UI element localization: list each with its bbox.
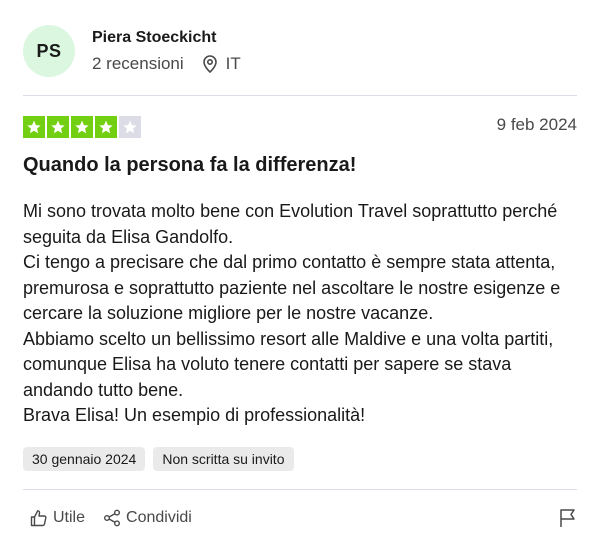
avatar[interactable]: PS [23, 25, 75, 77]
star-rating [23, 116, 141, 138]
review-date: 9 feb 2024 [496, 115, 577, 134]
experience-date-tag: 30 gennaio 2024 [23, 447, 146, 471]
share-icon [103, 509, 121, 527]
review-title[interactable]: Quando la persona fa la differenza! [23, 154, 356, 177]
star-filled-icon [47, 116, 69, 138]
header-divider [23, 95, 577, 96]
flag-icon[interactable] [559, 508, 577, 533]
thumbs-up-icon [30, 509, 48, 527]
reviewer-header: PS Piera Stoeckicht 2 recensioni IT [23, 24, 241, 78]
reviewer-name[interactable]: Piera Stoeckicht [92, 28, 241, 48]
review-tags: 30 gennaio 2024 Non scritta su invito [23, 447, 294, 471]
review-paragraph: Mi sono trovata molto bene con Evolution… [23, 201, 558, 247]
reviewer-info: Piera Stoeckicht 2 recensioni IT [92, 28, 241, 75]
reviews-count: 2 recensioni [92, 53, 184, 73]
share-label: Condividi [126, 509, 192, 526]
useful-button[interactable]: Utile [30, 509, 85, 527]
reviewer-meta: 2 recensioni IT [92, 53, 241, 75]
location-pin-icon [202, 54, 218, 73]
star-filled-icon [95, 116, 117, 138]
review-paragraph: Brava Elisa! Un esempio di professionali… [23, 405, 366, 425]
footer-divider [23, 489, 577, 490]
share-button[interactable]: Condividi [103, 509, 192, 527]
star-filled-icon [71, 116, 93, 138]
reviewer-country: IT [225, 53, 241, 73]
invite-status-tag[interactable]: Non scritta su invito [153, 447, 294, 471]
review-paragraph: Abbiamo scelto un bellissimo resort alle… [23, 328, 554, 400]
review-actions: Utile Condividi [30, 509, 210, 527]
review-paragraph: Ci tengo a precisare che dal primo conta… [23, 252, 561, 323]
useful-label: Utile [53, 509, 86, 526]
star-empty-icon [119, 116, 141, 138]
review-body: Mi sono trovata molto bene con Evolution… [23, 199, 583, 429]
star-filled-icon [23, 116, 45, 138]
